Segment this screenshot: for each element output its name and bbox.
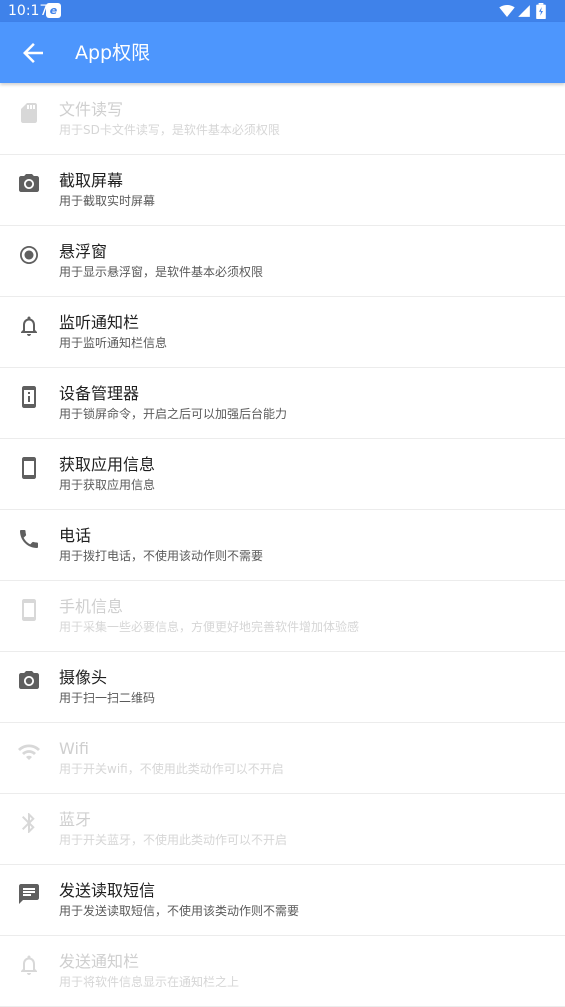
permission-item[interactable]: 截取屏幕用于截取实时屏幕 bbox=[0, 155, 565, 226]
permission-description: 用于显示悬浮窗，是软件基本必须权限 bbox=[59, 265, 264, 279]
sd-card-icon bbox=[17, 101, 41, 125]
bell-icon bbox=[17, 953, 41, 977]
permission-item[interactable]: 电话用于拨打电话，不使用该动作则不需要 bbox=[0, 510, 565, 581]
phone-call-icon bbox=[17, 527, 41, 551]
app-notification-icon: e bbox=[46, 3, 61, 18]
permission-title: 获取应用信息 bbox=[59, 455, 156, 474]
permission-title: 监听通知栏 bbox=[59, 313, 140, 332]
message-icon bbox=[17, 882, 41, 906]
permission-title: 电话 bbox=[59, 526, 92, 545]
permission-description: 用于扫一扫二维码 bbox=[59, 691, 156, 705]
permission-title: 截取屏幕 bbox=[59, 171, 124, 190]
bell-icon bbox=[17, 314, 41, 338]
permission-title: 摄像头 bbox=[59, 668, 108, 687]
wifi-icon bbox=[499, 5, 515, 17]
permission-description: 用于拨打电话，不使用该动作则不需要 bbox=[59, 549, 264, 563]
arrow-back-icon bbox=[23, 43, 43, 63]
permission-description: 用于将软件信息显示在通知栏之上 bbox=[59, 975, 240, 989]
status-bar: 10:17 e bbox=[0, 0, 565, 22]
permission-item[interactable]: 悬浮窗用于显示悬浮窗，是软件基本必须权限 bbox=[0, 226, 565, 297]
permission-description: 用于截取实时屏幕 bbox=[59, 194, 156, 208]
app-notification-glyph: e bbox=[49, 4, 58, 17]
permission-title: 发送通知栏 bbox=[59, 952, 140, 971]
permission-title: 发送读取短信 bbox=[59, 881, 156, 900]
camera-icon bbox=[17, 669, 41, 693]
signal-icon bbox=[518, 5, 530, 17]
battery-icon bbox=[536, 3, 546, 19]
permission-item[interactable]: 摄像头用于扫一扫二维码 bbox=[0, 652, 565, 723]
bluetooth-icon bbox=[17, 811, 41, 835]
permission-description: 用于锁屏命令，开启之后可以加强后台能力 bbox=[59, 407, 288, 421]
permission-title: 悬浮窗 bbox=[59, 242, 108, 261]
permission-description: 用于监听通知栏信息 bbox=[59, 336, 168, 350]
device-info-icon bbox=[17, 385, 41, 409]
permission-title: 手机信息 bbox=[59, 597, 124, 616]
back-button[interactable] bbox=[18, 38, 48, 68]
page-title: App权限 bbox=[75, 42, 151, 64]
permission-item[interactable]: 手机信息用于采集一些必要信息，方便更好地完善软件增加体验感 bbox=[0, 581, 565, 652]
permission-description: 用于发送读取短信，不使用该类动作则不需要 bbox=[59, 904, 300, 918]
wifi-icon bbox=[17, 740, 41, 764]
permission-item[interactable]: 文件读写用于SD卡文件读写，是软件基本必须权限 bbox=[0, 84, 565, 155]
permission-title: 文件读写 bbox=[59, 100, 124, 119]
permission-item[interactable]: 设备管理器用于锁屏命令，开启之后可以加强后台能力 bbox=[0, 368, 565, 439]
permission-title: 蓝牙 bbox=[59, 810, 92, 829]
permission-item[interactable]: 发送通知栏用于将软件信息显示在通知栏之上 bbox=[0, 936, 565, 1007]
camera-icon bbox=[17, 172, 41, 196]
permission-item[interactable]: 获取应用信息用于获取应用信息 bbox=[0, 439, 565, 510]
permission-description: 用于采集一些必要信息，方便更好地完善软件增加体验感 bbox=[59, 620, 360, 634]
status-time: 10:17 bbox=[8, 3, 49, 19]
permission-list: 文件读写 用于SD卡文件读写，是软件基本必须权限 截取屏幕 用于截取实时屏幕 悬浮窗 用于… bbox=[0, 84, 565, 1007]
phone-device-icon bbox=[17, 456, 41, 480]
permission-description: 用于开关蓝牙，不使用此类动作可以不开启 bbox=[59, 833, 288, 847]
phone-device-icon bbox=[17, 598, 41, 622]
permission-item[interactable]: 发送读取短信用于发送读取短信，不使用该类动作则不需要 bbox=[0, 865, 565, 936]
app-bar: App权限 bbox=[0, 22, 565, 83]
radio-button-icon bbox=[17, 243, 41, 267]
permission-description: 用于SD卡文件读写，是软件基本必须权限 bbox=[59, 123, 280, 137]
permission-item[interactable]: 蓝牙用于开关蓝牙，不使用此类动作可以不开启 bbox=[0, 794, 565, 865]
permission-description: 用于获取应用信息 bbox=[59, 478, 156, 492]
permission-description: 用于开关wifi，不使用此类动作可以不开启 bbox=[59, 762, 284, 776]
permission-title: Wifi bbox=[59, 739, 89, 758]
permission-item[interactable]: 监听通知栏用于监听通知栏信息 bbox=[0, 297, 565, 368]
permission-item[interactable]: Wifi 用于开关wifi，不使用此类动作可以不开启 bbox=[0, 723, 565, 794]
permission-title: 设备管理器 bbox=[59, 384, 140, 403]
